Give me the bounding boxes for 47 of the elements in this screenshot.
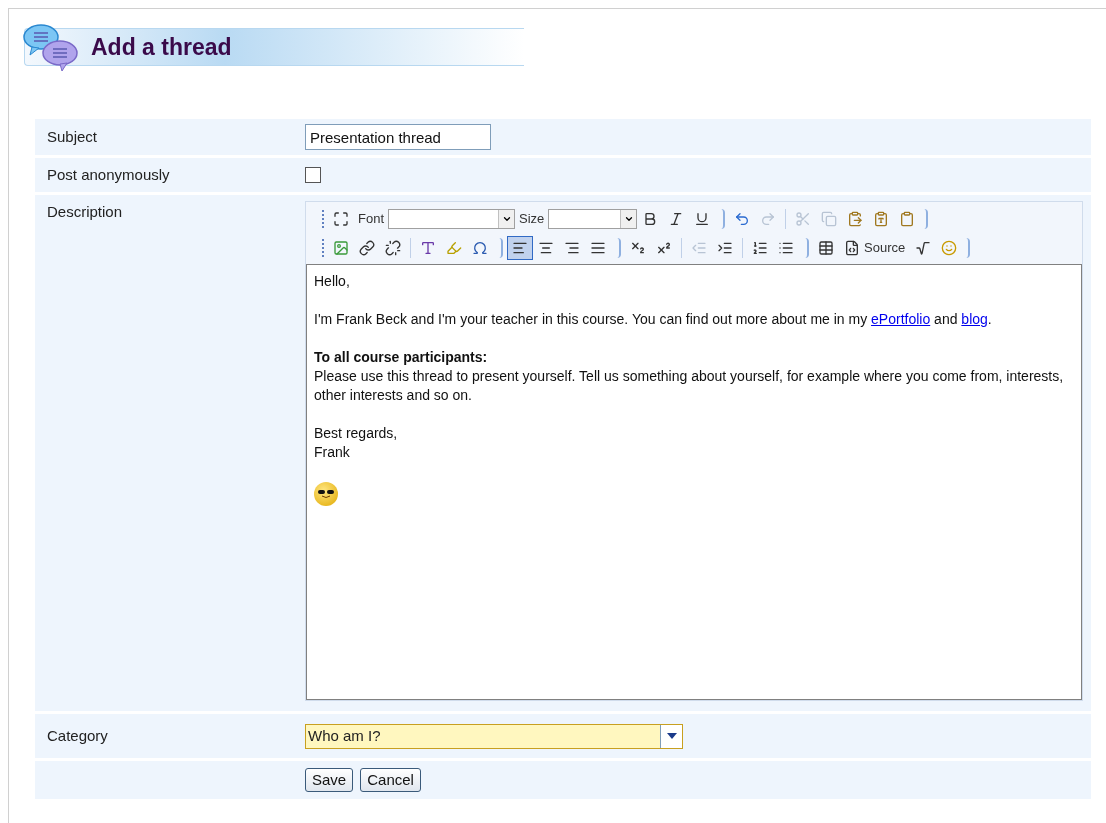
category-select[interactable]: Who am I? (305, 723, 683, 749)
source-button[interactable]: Source (839, 235, 911, 260)
table-icon (818, 239, 834, 256)
field-label: Category (46, 725, 109, 746)
toolbar-label: Font (358, 209, 384, 228)
highlighter-icon (446, 239, 462, 256)
body-text: Hello, (314, 272, 351, 291)
maximize-icon (333, 210, 349, 227)
sunglasses-smiley-icon (314, 482, 338, 506)
link-icon (359, 239, 375, 256)
scissors-icon (795, 210, 812, 227)
field-label: Post anonymously (46, 164, 171, 185)
link[interactable]: blog (961, 311, 988, 327)
omega-icon (472, 239, 488, 256)
dropdown-icon (666, 733, 677, 739)
anonymous-checkbox[interactable] (305, 167, 321, 183)
numbered-list-icon (752, 239, 768, 256)
field-label: Subject (46, 126, 99, 147)
text-color-icon (420, 239, 436, 256)
image-icon (333, 239, 349, 256)
subject-field[interactable]: Presentation thread (305, 124, 491, 150)
underline-icon (694, 210, 711, 227)
redo-icon (760, 210, 777, 227)
formula-icon (915, 239, 932, 256)
paste-text-icon (873, 210, 890, 227)
field-label: Description (46, 202, 124, 222)
font-select[interactable] (388, 208, 515, 229)
page-title: Add a thread (91, 32, 232, 62)
align-left-button[interactable] (507, 235, 533, 260)
source-icon (844, 239, 860, 256)
copy-icon (821, 210, 838, 227)
link[interactable]: ePortfolio (871, 311, 931, 327)
paste-icon (847, 210, 864, 227)
toolbar-label: Size (519, 209, 545, 228)
body-text: Frank (314, 443, 351, 462)
body-text: Please use this thread to present yourself. Tell us something about yourself, for example where you come from, interests, other interests and so on. (314, 367, 1065, 405)
form-button[interactable]: Save (305, 768, 354, 792)
body-text: Best regards, (314, 424, 399, 443)
clipboard-icon (899, 210, 916, 227)
body-text: I'm Frank Beck and I'm your teacher in this course. You can find out more about me in my ePortfolio and blog. (314, 310, 993, 329)
toolbar-end (966, 237, 971, 258)
form-button[interactable]: Cancel (360, 768, 421, 792)
smiley-icon (941, 239, 958, 256)
undo-icon (734, 210, 751, 227)
body-heading: To all course participants: (314, 348, 489, 367)
unlink-icon (385, 239, 401, 256)
toolbar-end (924, 208, 929, 229)
